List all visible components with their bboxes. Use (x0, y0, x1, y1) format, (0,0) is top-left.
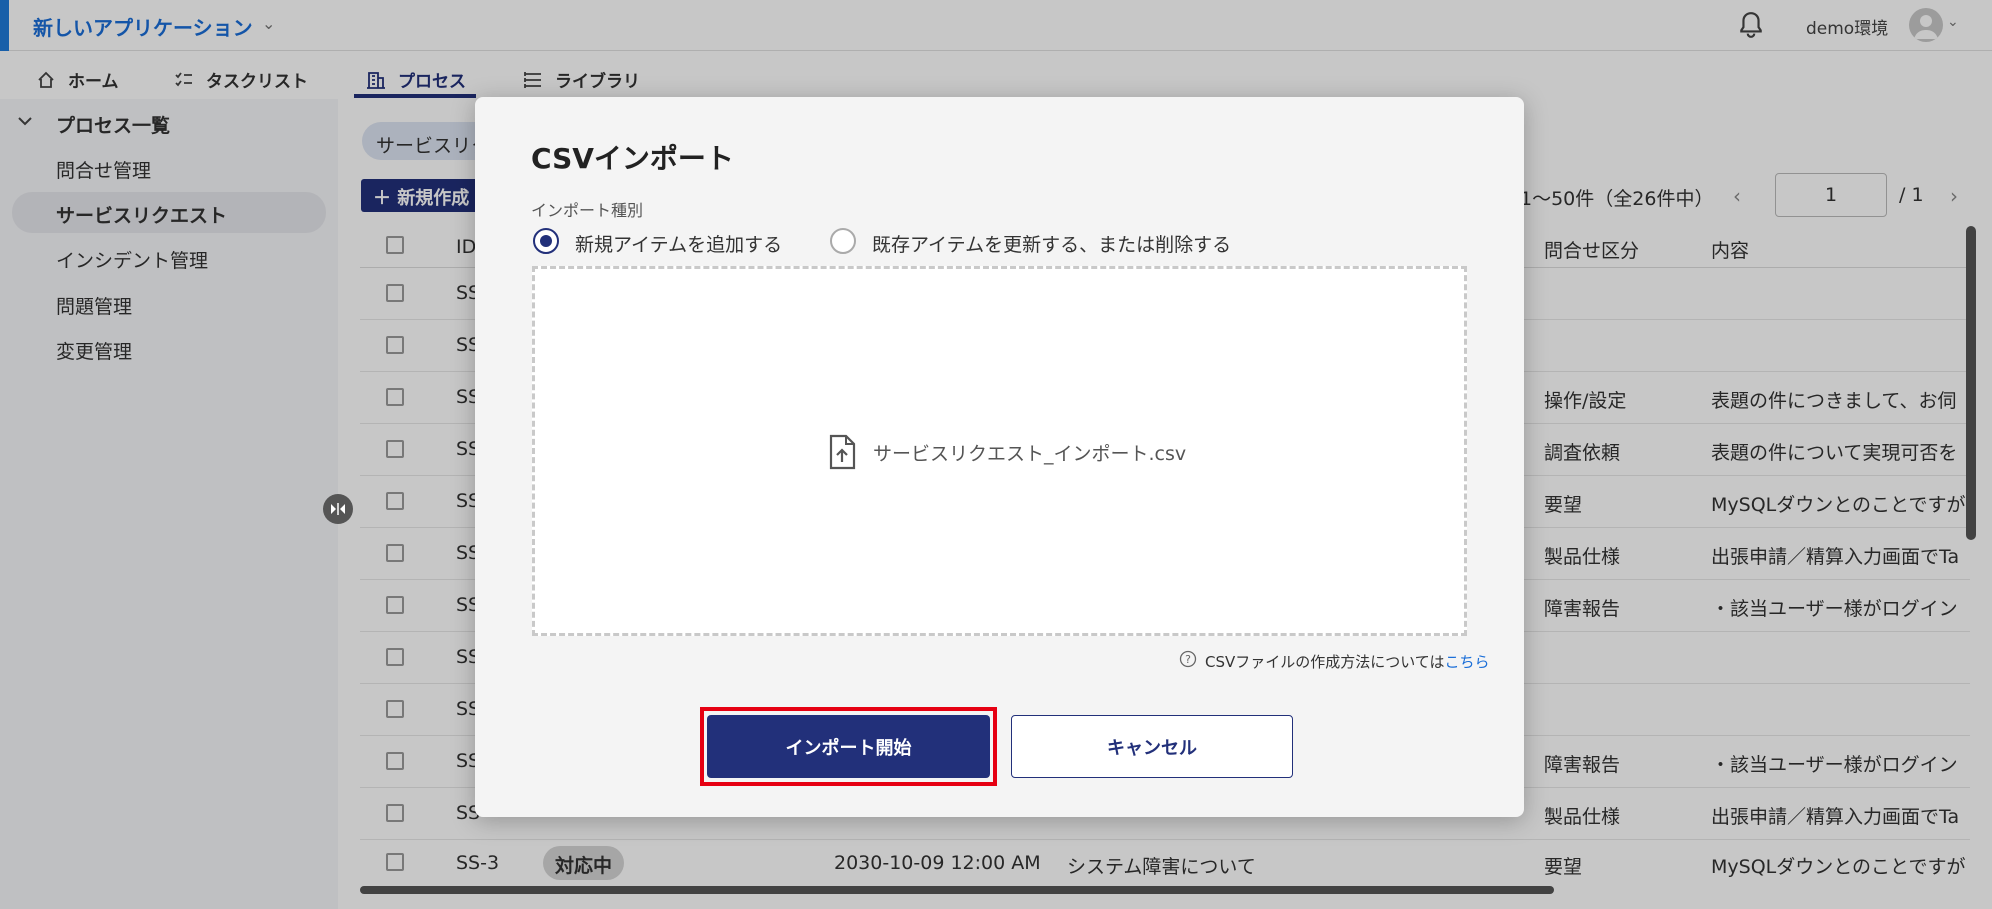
radio-add-new-label[interactable]: 新規アイテムを追加する (575, 230, 782, 257)
csv-import-dialog: CSVインポート インポート種別 新規アイテムを追加する 既存アイテムを更新する… (475, 97, 1524, 817)
csv-help-text: CSVファイルの作成方法についてはこちら (1205, 651, 1490, 672)
file-drop-zone[interactable]: サービスリクエスト_インポート.csv (532, 266, 1467, 636)
svg-text:?: ? (1185, 653, 1191, 666)
collapse-arrows-icon (331, 503, 345, 515)
import-type-label: インポート種別 (531, 201, 644, 220)
radio-update-or-delete[interactable] (830, 228, 856, 254)
csv-help-link[interactable]: こちら (1445, 653, 1490, 671)
csv-help-text-main: CSVファイルの作成方法については (1205, 653, 1445, 671)
cancel-button[interactable]: キャンセル (1011, 715, 1293, 778)
dialog-title: CSVインポート (531, 142, 734, 175)
help-icon: ? (1179, 650, 1197, 668)
radio-add-new-items[interactable] (533, 228, 559, 254)
file-upload-icon (829, 434, 856, 470)
selected-file-name: サービスリクエスト_インポート.csv (873, 443, 1187, 465)
start-import-button[interactable]: インポート開始 (707, 715, 990, 778)
radio-update-label[interactable]: 既存アイテムを更新する、または削除する (872, 230, 1231, 257)
sidebar-collapse-button[interactable] (323, 494, 353, 524)
